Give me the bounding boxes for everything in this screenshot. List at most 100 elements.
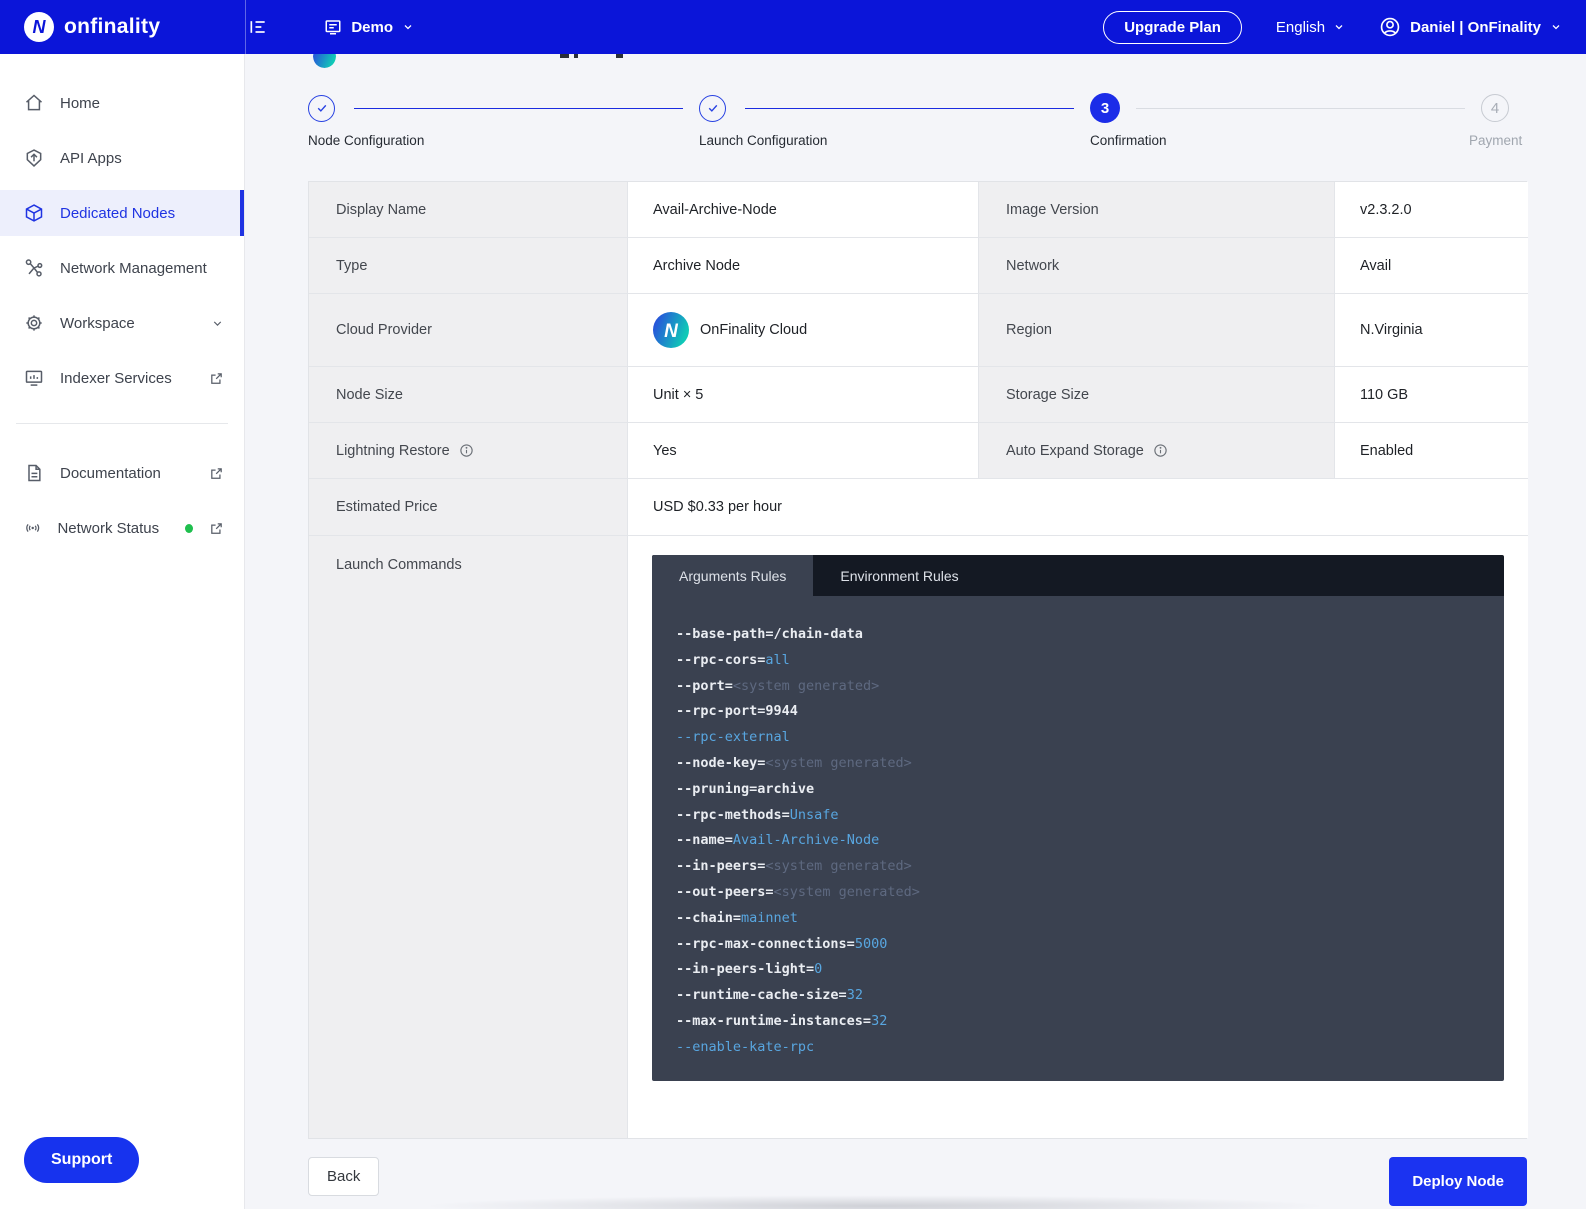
workspace-icon	[324, 18, 342, 36]
step-launch-configuration[interactable]: Launch Configuration	[699, 93, 729, 123]
indexer-monitor-icon	[24, 368, 44, 388]
code-line: --rpc-external	[676, 725, 1480, 751]
row-label: Launch Commands	[309, 536, 628, 1138]
deploy-node-button[interactable]: Deploy Node	[1389, 1157, 1527, 1206]
row-label: Display Name	[309, 182, 628, 238]
external-link-icon	[209, 371, 224, 386]
onfinality-logo-icon: N	[24, 12, 54, 42]
row-label: Network	[979, 238, 1335, 294]
external-link-icon	[209, 466, 224, 481]
gear-icon	[24, 313, 44, 333]
network-logo-icon	[313, 54, 336, 68]
stepper-connector	[1136, 108, 1465, 109]
sidebar-item-documentation[interactable]: Documentation	[0, 450, 244, 496]
step-node-configuration[interactable]: Node Configuration	[308, 93, 338, 123]
network-icon	[24, 258, 44, 278]
sidebar-item-home[interactable]: Home	[0, 80, 244, 126]
main-content: Node Configuration Launch Configuration …	[245, 54, 1586, 1209]
row-value: Avail	[1335, 238, 1528, 294]
code-line: --out-peers=<system generated>	[676, 880, 1480, 906]
row-label: Node Size	[309, 367, 628, 423]
upgrade-plan-button[interactable]: Upgrade Plan	[1103, 11, 1242, 44]
footer-actions: Back Deploy Node	[308, 1157, 1527, 1206]
row-label-auto-expand-storage: Auto Expand Storage	[979, 423, 1335, 479]
sidebar-item-label: Home	[60, 95, 100, 112]
launch-commands-cell: Arguments Rules Environment Rules --base…	[628, 536, 1528, 1138]
code-line: --in-peers=<system generated>	[676, 854, 1480, 880]
workspace-name: Demo	[351, 19, 393, 36]
language-label: English	[1276, 19, 1325, 36]
row-label-lightning-restore: Lightning Restore	[309, 423, 628, 479]
sidebar-item-workspace[interactable]: Workspace	[0, 300, 244, 346]
code-line: --runtime-cache-size=32	[676, 983, 1480, 1009]
brand-name: onfinality	[64, 15, 160, 39]
step-check-icon	[308, 95, 335, 122]
support-button[interactable]: Support	[24, 1137, 139, 1183]
user-menu[interactable]: Daniel | OnFinality	[1379, 16, 1562, 38]
svg-text:N: N	[664, 321, 679, 342]
sidebar-item-network-status[interactable]: Network Status	[0, 505, 244, 551]
code-line: --rpc-port=9944	[676, 699, 1480, 725]
step-confirmation: 3 Confirmation	[1090, 93, 1120, 123]
row-label: Image Version	[979, 182, 1335, 238]
row-value: Archive Node	[628, 238, 979, 294]
row-label: Type	[309, 238, 628, 294]
sidebar-item-api-apps[interactable]: API Apps	[0, 135, 244, 181]
sidebar-item-indexer-services[interactable]: Indexer Services	[0, 355, 244, 401]
sidebar: Home API Apps Dedicated Nodes Network Ma…	[0, 54, 245, 1209]
chevron-down-icon	[1333, 21, 1345, 33]
sidebar-collapse-icon[interactable]	[248, 17, 268, 37]
broadcast-icon	[24, 518, 41, 538]
step-payment: 4 Payment	[1481, 93, 1511, 123]
language-selector[interactable]: English	[1276, 19, 1345, 36]
row-value-cloud-provider: N OnFinality Cloud	[628, 294, 979, 367]
sidebar-item-dedicated-nodes[interactable]: Dedicated Nodes	[0, 190, 244, 236]
sidebar-item-label: API Apps	[60, 150, 122, 167]
chevron-down-icon	[1550, 21, 1562, 33]
onfinality-cloud-logo-icon: N	[653, 312, 689, 348]
row-value: Yes	[628, 423, 979, 479]
row-label: Auto Expand Storage	[1006, 443, 1144, 459]
stepper-connector	[745, 108, 1074, 109]
step-number: 4	[1481, 94, 1509, 122]
row-value: v2.3.2.0	[1335, 182, 1528, 238]
node-summary-table: Display Name Avail-Archive-Node Image Ve…	[308, 181, 1527, 1139]
code-line: --rpc-methods=Unsafe	[676, 803, 1480, 829]
status-green-dot	[185, 524, 193, 533]
code-line: --enable-kate-rpc	[676, 1035, 1480, 1061]
code-line: --max-runtime-instances=32	[676, 1009, 1480, 1035]
tab-environment-rules[interactable]: Environment Rules	[813, 555, 985, 596]
sidebar-item-label: Indexer Services	[60, 370, 172, 387]
chevron-down-icon[interactable]	[211, 317, 224, 330]
deployment-stepper: Node Configuration Launch Configuration …	[308, 93, 1527, 159]
api-apps-icon	[24, 148, 44, 168]
info-icon[interactable]	[459, 443, 474, 458]
info-icon[interactable]	[1153, 443, 1168, 458]
home-icon	[24, 93, 44, 113]
tab-arguments-rules[interactable]: Arguments Rules	[652, 555, 813, 596]
sidebar-item-label: Workspace	[60, 315, 135, 332]
row-value: Avail-Archive-Node	[628, 182, 979, 238]
row-value: 110 GB	[1335, 367, 1528, 423]
workspace-switcher[interactable]: Demo	[324, 18, 414, 36]
step-label: Payment	[1469, 133, 1522, 148]
step-check-icon	[699, 95, 726, 122]
code-line: --node-key=<system generated>	[676, 751, 1480, 777]
external-link-icon	[209, 521, 224, 536]
step-number: 3	[1090, 93, 1120, 123]
code-line: --in-peers-light=0	[676, 957, 1480, 983]
sidebar-item-network-management[interactable]: Network Management	[0, 245, 244, 291]
row-label: Lightning Restore	[336, 443, 450, 459]
code-line: --port=<system generated>	[676, 674, 1480, 700]
onfinality-logo[interactable]: N onfinality	[24, 12, 160, 42]
sidebar-item-label: Network Status	[57, 520, 159, 537]
row-value: Unit × 5	[628, 367, 979, 423]
clipped-text-fragment	[560, 54, 569, 58]
user-name: Daniel | OnFinality	[1410, 19, 1541, 36]
back-button[interactable]: Back	[308, 1157, 379, 1196]
launch-commands-panel: Arguments Rules Environment Rules --base…	[652, 555, 1504, 1081]
row-value: Enabled	[1335, 423, 1528, 479]
step-label: Launch Configuration	[699, 133, 827, 148]
arguments-code-block: --base-path=/chain-data --rpc-cors=all -…	[652, 596, 1504, 1081]
cloud-provider-name: OnFinality Cloud	[700, 322, 807, 338]
